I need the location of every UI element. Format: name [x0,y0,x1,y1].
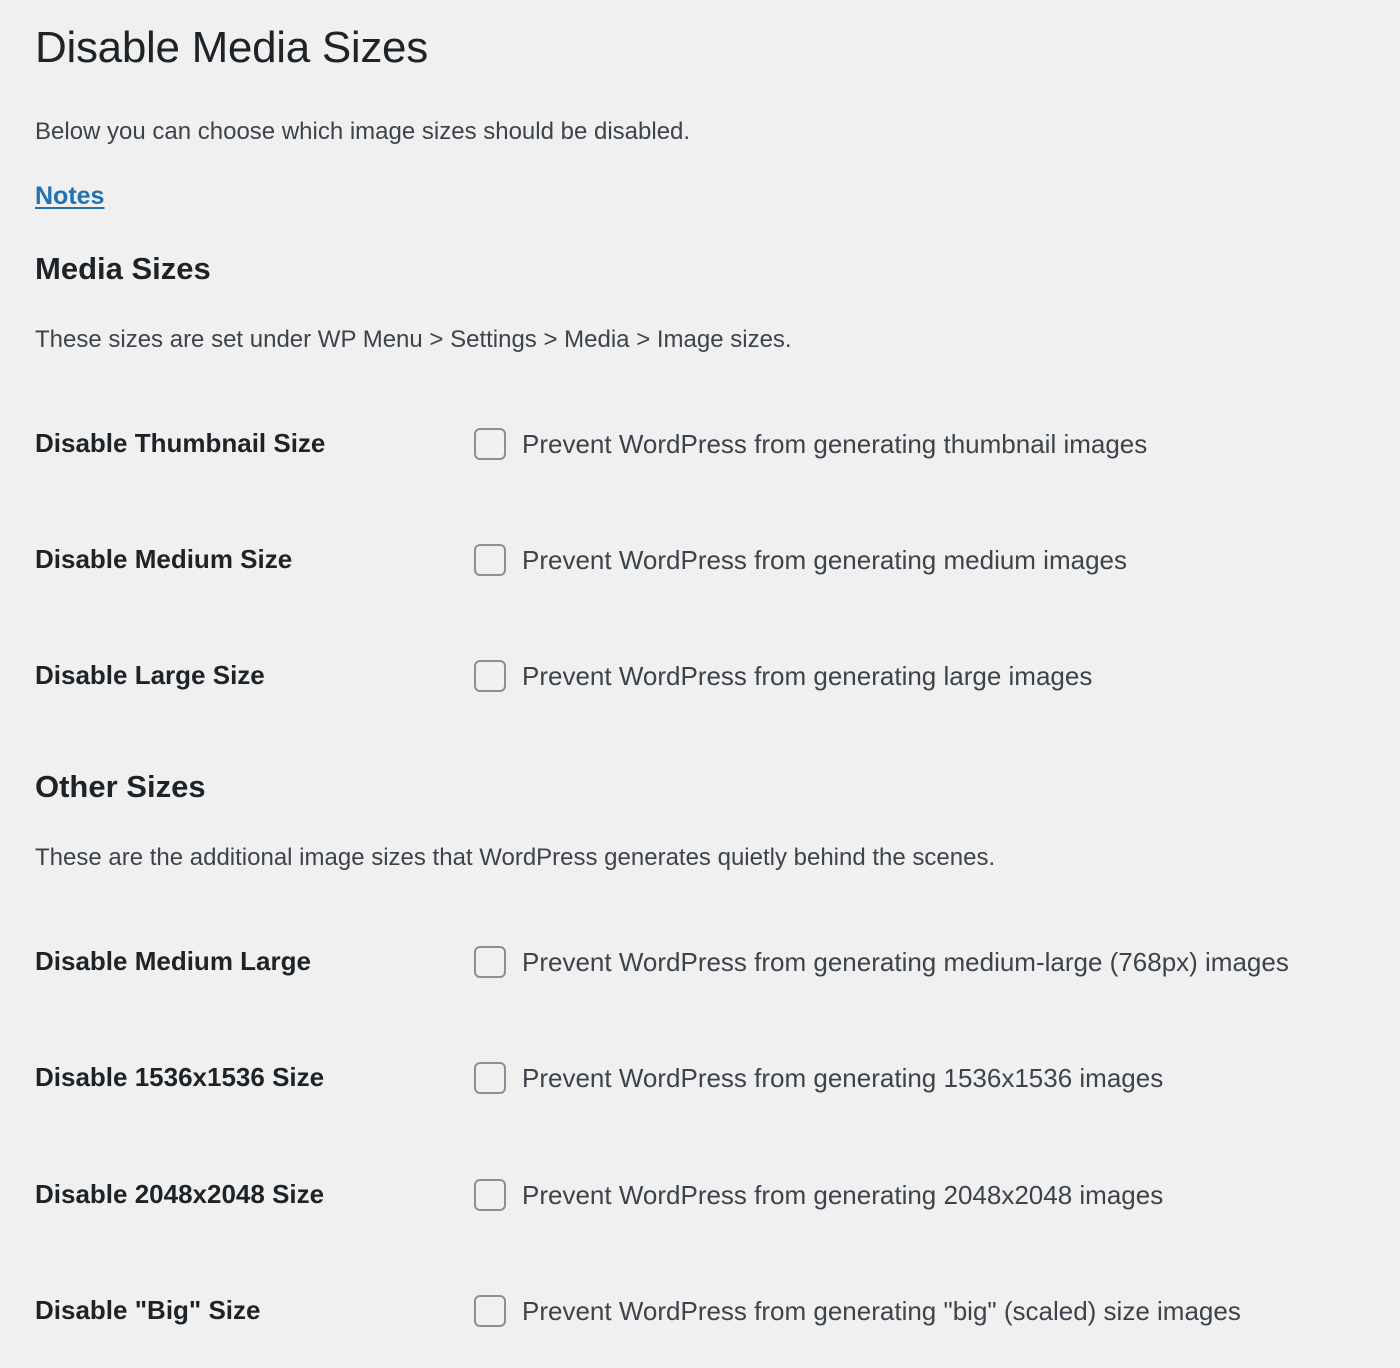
setting-field[interactable]: Prevent WordPress from generating medium… [474,942,1289,982]
checkbox-label[interactable]: Prevent WordPress from generating large … [522,659,1092,693]
page-title: Disable Media Sizes [35,23,428,72]
setting-row-1536: Disable 1536x1536 Size Prevent WordPress… [35,1058,1400,1098]
setting-field[interactable]: Prevent WordPress from generating thumbn… [474,424,1147,464]
setting-field[interactable]: Prevent WordPress from generating large … [474,656,1092,696]
section-title-other-sizes: Other Sizes [35,769,206,804]
setting-label: Disable 1536x1536 Size [35,1062,325,1092]
disable-large-checkbox[interactable] [474,660,506,692]
setting-field[interactable]: Prevent WordPress from generating medium… [474,540,1127,580]
setting-row-big: Disable "Big" Size Prevent WordPress fro… [35,1291,1400,1331]
section-description-media-sizes: These sizes are set under WP Menu > Sett… [35,326,792,353]
setting-label: Disable Large Size [35,660,265,690]
checkbox-label[interactable]: Prevent WordPress from generating thumbn… [522,427,1147,461]
setting-label: Disable Thumbnail Size [35,428,326,458]
setting-label: Disable Medium Size [35,544,293,574]
setting-row-2048: Disable 2048x2048 Size Prevent WordPress… [35,1175,1400,1215]
setting-label: Disable "Big" Size [35,1295,261,1325]
checkbox-label[interactable]: Prevent WordPress from generating 1536x1… [522,1061,1163,1095]
disable-big-checkbox[interactable] [474,1295,506,1327]
checkbox-label[interactable]: Prevent WordPress from generating "big" … [522,1294,1241,1328]
setting-label: Disable 2048x2048 Size [35,1179,325,1209]
checkbox-label[interactable]: Prevent WordPress from generating medium… [522,945,1289,979]
notes-link[interactable]: Notes [35,180,104,212]
setting-field[interactable]: Prevent WordPress from generating 2048x2… [474,1175,1163,1215]
setting-label: Disable Medium Large [35,946,311,976]
setting-row-thumbnail: Disable Thumbnail Size Prevent WordPress… [35,424,1400,464]
checkbox-label[interactable]: Prevent WordPress from generating 2048x2… [522,1178,1163,1212]
section-description-other-sizes: These are the additional image sizes tha… [35,844,996,871]
disable-medium-checkbox[interactable] [474,544,506,576]
setting-row-medium: Disable Medium Size Prevent WordPress fr… [35,540,1400,580]
checkbox-label[interactable]: Prevent WordPress from generating medium… [522,543,1127,577]
disable-1536-checkbox[interactable] [474,1062,506,1094]
setting-row-medium-large: Disable Medium Large Prevent WordPress f… [35,942,1400,982]
disable-medium-large-checkbox[interactable] [474,946,506,978]
setting-field[interactable]: Prevent WordPress from generating 1536x1… [474,1058,1163,1098]
disable-thumbnail-checkbox[interactable] [474,428,506,460]
section-title-media-sizes: Media Sizes [35,251,211,286]
setting-field[interactable]: Prevent WordPress from generating "big" … [474,1291,1241,1331]
setting-row-large: Disable Large Size Prevent WordPress fro… [35,656,1400,696]
disable-2048-checkbox[interactable] [474,1179,506,1211]
page-intro: Below you can choose which image sizes s… [35,118,691,145]
